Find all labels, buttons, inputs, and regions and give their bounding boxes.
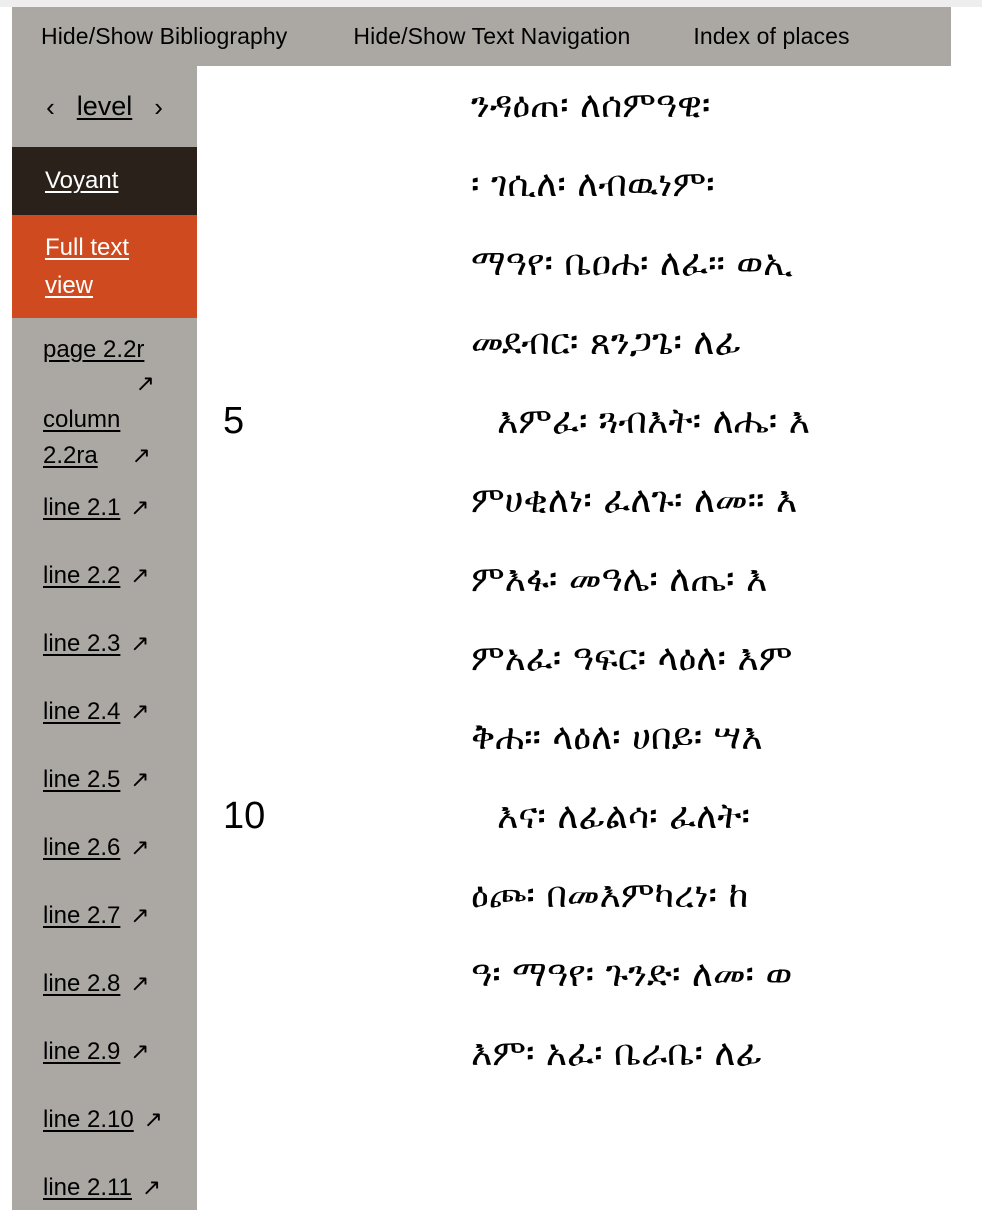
sidebar-item-line-2-10[interactable]: line 2.10 ↗: [12, 1086, 197, 1154]
line-link-label[interactable]: line 2.1: [43, 490, 120, 526]
sidebar-item-line-2-7[interactable]: line 2.7 ↗: [12, 882, 197, 950]
sidebar-item-full-text-view[interactable]: Full text view: [12, 215, 197, 318]
top-menu-bar: Hide/Show Bibliography Hide/Show Text Na…: [12, 7, 951, 66]
manuscript-line: 10 እና፡ ለፊልሳ፡ ፈለት፡: [197, 777, 982, 856]
column-link-row2: 2.2ra ↗: [43, 438, 183, 474]
chevron-right-icon[interactable]: ›: [154, 94, 163, 120]
manuscript-line: ማዓየ፡ ቤዐሐ፡ ለፈ። ወኢ: [197, 224, 982, 303]
manuscript-line-text: እምፈ፡ ጓብእት፡ ለሔ፡ እ: [497, 400, 811, 442]
manuscript-line: እም፡ አፈ፡ ቤራቤ፡ ለፊ: [197, 1014, 982, 1093]
manuscript-line-text: እና፡ ለፊልሳ፡ ፈለት፡: [497, 795, 751, 837]
external-link-arrow-icon[interactable]: ↗: [43, 368, 183, 400]
sidebar-item-line-2-5[interactable]: line 2.5 ↗: [12, 746, 197, 814]
external-link-arrow-icon[interactable]: ↗: [130, 1034, 149, 1070]
line-link-label[interactable]: line 2.5: [43, 762, 120, 798]
line-link-label[interactable]: line 2.7: [43, 898, 120, 934]
external-link-arrow-icon[interactable]: ↗: [142, 1170, 161, 1206]
menu-hide-show-text-navigation[interactable]: Hide/Show Text Navigation: [353, 25, 630, 48]
sidebar-item-line-2-1[interactable]: line 2.1 ↗: [12, 474, 197, 542]
manuscript-line: ምእፋ፡ መዓሌ፡ ለጤ፡ እ: [197, 540, 982, 619]
sidebar-item-line-2-3[interactable]: line 2.3 ↗: [12, 610, 197, 678]
manuscript-line-text: ምሀቂለነ፡ ፈለጉ፡ ለመ። እ: [471, 479, 798, 521]
external-link-arrow-icon[interactable]: ↗: [130, 762, 149, 798]
page-link-label[interactable]: page 2.2r: [43, 332, 183, 368]
external-link-arrow-icon[interactable]: ↗: [130, 898, 149, 934]
sidebar-item-line-2-4[interactable]: line 2.4 ↗: [12, 678, 197, 746]
line-link-label[interactable]: line 2.10: [43, 1102, 134, 1138]
menu-hide-show-bibliography[interactable]: Hide/Show Bibliography: [41, 25, 287, 48]
top-strip: [0, 0, 982, 7]
manuscript-line: ንዳዕጠ፡ ለሰምዓዊ፡: [197, 66, 982, 145]
full-text-view-label-line2[interactable]: view: [45, 267, 157, 305]
external-link-arrow-icon[interactable]: ↗: [130, 490, 149, 526]
manuscript-line-text: ምአፈ፡ ዓፍር፡ ላዕለ፡ እም: [471, 637, 793, 679]
manuscript-line-text: ዓ፡ ማዓየ፡ ጉንድ፡ ለመ፡ ወ: [471, 953, 793, 995]
manuscript-line-text: መደብር፡ ጸንጋጌ፡ ለፊ: [471, 321, 742, 363]
sidebar-item-line-2-9[interactable]: line 2.9 ↗: [12, 1018, 197, 1086]
manuscript-line: መደብር፡ ጸንጋጌ፡ ለፊ: [197, 303, 982, 382]
manuscript-line-text: ፡ ገሲለ፡ ለብዉነም፡: [471, 163, 715, 205]
sidebar-item-page[interactable]: page 2.2r ↗: [12, 332, 197, 402]
external-link-arrow-icon[interactable]: ↗: [130, 694, 149, 730]
manuscript-line-text: እም፡ አፈ፡ ቤራቤ፡ ለፊ: [471, 1032, 763, 1074]
page-root: Hide/Show Bibliography Hide/Show Text Na…: [0, 0, 982, 1210]
manuscript-line: ምሀቂለነ፡ ፈለጉ፡ ለመ። እ: [197, 461, 982, 540]
line-link-label[interactable]: line 2.2: [43, 558, 120, 594]
sidebar-item-line-2-2[interactable]: line 2.2 ↗: [12, 542, 197, 610]
line-number-10: 10: [223, 795, 266, 837]
line-link-label[interactable]: line 2.9: [43, 1034, 120, 1070]
sidebar: ‹ level › Voyant Full text view page 2.2…: [12, 66, 197, 1210]
manuscript-line: ፡ ገሲለ፡ ለብዉነም፡: [197, 145, 982, 224]
external-link-arrow-icon[interactable]: ↗: [144, 1102, 163, 1138]
external-link-arrow-icon[interactable]: ↗: [130, 626, 149, 662]
line-link-label[interactable]: line 2.6: [43, 830, 120, 866]
line-link-label[interactable]: line 2.8: [43, 966, 120, 1002]
line-link-label[interactable]: line 2.3: [43, 626, 120, 662]
manuscript-line: ቅሐ። ላዕለ፡ ሀበይ፡ ሣእ: [197, 698, 982, 777]
full-text-view-label-line1[interactable]: Full text: [45, 229, 157, 267]
text-navigation-list: page 2.2r ↗ column 2.2ra ↗ line 2.1 ↗ li…: [12, 318, 197, 1210]
sidebar-item-line-2-8[interactable]: line 2.8 ↗: [12, 950, 197, 1018]
external-link-arrow-icon[interactable]: ↗: [130, 966, 149, 1002]
line-link-label[interactable]: line 2.11: [43, 1170, 132, 1206]
sidebar-item-voyant[interactable]: Voyant: [12, 147, 197, 215]
manuscript-line: ዕጮ፡ በመእምካረነ፡ ከ: [197, 856, 982, 935]
sidebar-item-column[interactable]: column 2.2ra ↗: [12, 402, 197, 474]
manuscript-line: ምአፈ፡ ዓፍር፡ ላዕለ፡ እም: [197, 619, 982, 698]
manuscript-line-text: ንዳዕጠ፡ ለሰምዓዊ፡: [471, 84, 711, 126]
line-number-5: 5: [223, 400, 245, 442]
sidebar-item-line-2-11[interactable]: line 2.11 ↗: [12, 1154, 197, 1210]
level-label[interactable]: level: [77, 93, 133, 120]
menu-index-of-places[interactable]: Index of places: [693, 25, 849, 48]
line-link-label[interactable]: line 2.4: [43, 694, 120, 730]
external-link-arrow-icon[interactable]: ↗: [130, 830, 149, 866]
external-link-arrow-icon[interactable]: ↗: [130, 558, 149, 594]
manuscript-line-text: ማዓየ፡ ቤዐሐ፡ ለፈ። ወኢ: [471, 242, 793, 284]
chevron-left-icon[interactable]: ‹: [46, 94, 55, 120]
column-link-label-line2[interactable]: 2.2ra: [43, 438, 98, 474]
manuscript-text-pane: ንዳዕጠ፡ ለሰምዓዊ፡ ፡ ገሲለ፡ ለብዉነም፡ ማዓየ፡ ቤዐሐ፡ ለፈ።…: [197, 66, 982, 1210]
voyant-link-label[interactable]: Voyant: [45, 169, 118, 193]
sidebar-item-line-2-6[interactable]: line 2.6 ↗: [12, 814, 197, 882]
manuscript-line: 5 እምፈ፡ ጓብእት፡ ለሔ፡ እ: [197, 382, 982, 461]
manuscript-line-text: ቅሐ። ላዕለ፡ ሀበይ፡ ሣእ: [471, 716, 763, 758]
manuscript-line-text: ዕጮ፡ በመእምካረነ፡ ከ: [471, 874, 749, 916]
level-navigator: ‹ level ›: [12, 66, 197, 147]
manuscript-line-text: ምእፋ፡ መዓሌ፡ ለጤ፡ እ: [471, 558, 768, 600]
manuscript-line: ዓ፡ ማዓየ፡ ጉንድ፡ ለመ፡ ወ: [197, 935, 982, 1014]
column-link-label-line1[interactable]: column: [43, 402, 183, 438]
external-link-arrow-icon[interactable]: ↗: [132, 438, 151, 474]
